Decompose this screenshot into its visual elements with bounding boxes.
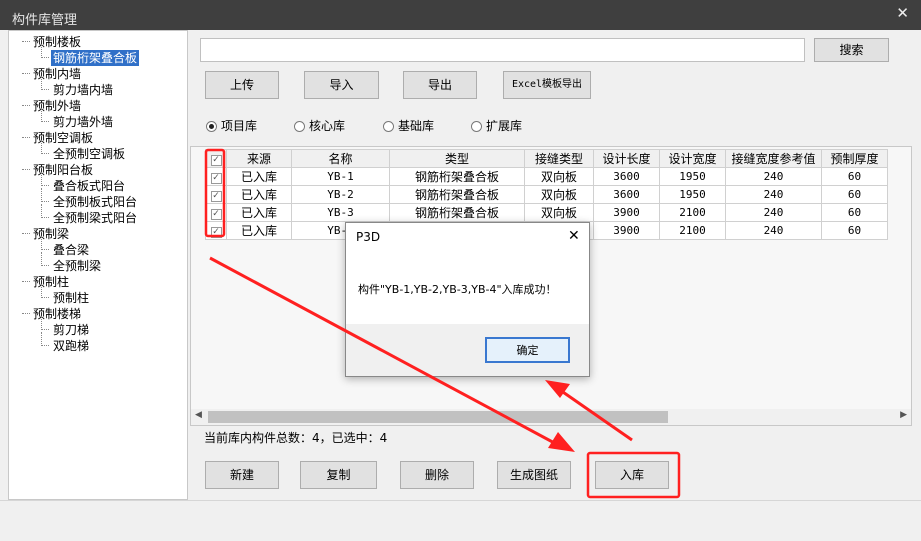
arrow-to-store-button: [209, 256, 561, 448]
library-radio[interactable]: 扩展库: [471, 118, 522, 134]
radio-icon[interactable]: [294, 120, 305, 132]
radio-label: 项目库: [221, 119, 258, 133]
annotation-overlay: [204, 148, 681, 499]
radio-label: 核心库: [309, 119, 346, 133]
radio-label: 扩展库: [486, 119, 523, 133]
arrow-to-dialog: [559, 388, 633, 442]
library-radio[interactable]: 基础库: [383, 118, 434, 134]
radio-icon[interactable]: [383, 120, 394, 132]
radio-icon[interactable]: [471, 120, 482, 132]
radio-icon[interactable]: [206, 120, 217, 132]
library-radio[interactable]: 项目库: [206, 118, 257, 134]
radio-label: 基础库: [398, 119, 435, 133]
arrowhead-icon: [548, 432, 575, 452]
store-button-highlight-box: [586, 451, 681, 499]
library-radio[interactable]: 核心库: [294, 118, 345, 134]
checkbox-highlight-box: [204, 148, 226, 238]
